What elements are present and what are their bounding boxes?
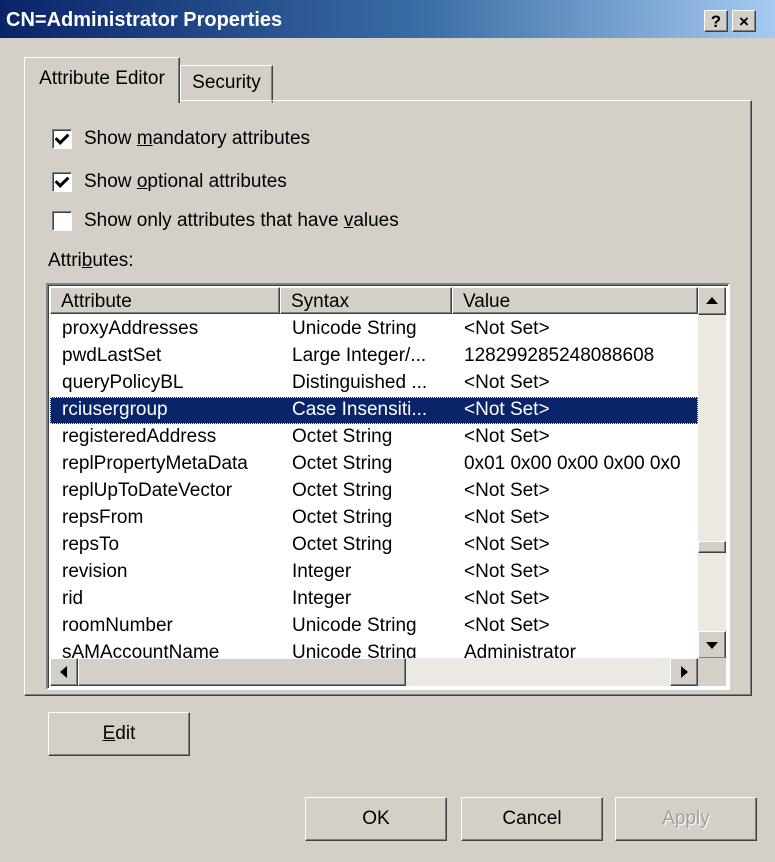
table-row[interactable]: pwdLastSet Large Integer/... 1282992852480… — [50, 343, 698, 370]
show-mandatory-label: Show mandatory attributes — [84, 128, 311, 149]
value-cell: <Not Set> — [464, 318, 550, 339]
column-header-attribute[interactable]: Attribute — [50, 287, 280, 314]
value-cell: 128299285248088608 — [464, 345, 655, 366]
syntax-cell: Octet String — [292, 534, 393, 555]
table-row[interactable]: rid Integer <Not Set> — [50, 586, 698, 613]
attribute-cell: revision — [62, 561, 128, 582]
syntax-cell: Octet String — [292, 480, 393, 501]
scroll-right-button[interactable] — [670, 658, 698, 686]
syntax-cell: Integer — [292, 588, 352, 609]
value-cell: <Not Set> — [464, 534, 550, 555]
attribute-cell: rid — [62, 588, 84, 609]
attribute-cell: repsFrom — [62, 507, 144, 528]
show-with-values-label: Show only attributes that have values — [84, 210, 399, 231]
attribute-cell: proxyAddresses — [62, 318, 199, 339]
syntax-cell: Unicode String — [292, 318, 417, 339]
scroll-left-button[interactable] — [50, 658, 78, 686]
table-row[interactable]: repsFrom Octet String <Not Set> — [50, 505, 698, 532]
value-cell: <Not Set> — [464, 615, 550, 636]
value-cell: 0x01 0x00 0x00 0x00 0x0 — [464, 453, 681, 474]
attributes-label: Attributes: — [48, 250, 134, 271]
title-bar: CN=Administrator Properties ? × — [0, 0, 775, 38]
show-optional-option[interactable]: Show optional attributes — [52, 169, 287, 195]
arrow-up-icon — [706, 297, 718, 304]
value-cell: <Not Set> — [464, 588, 550, 609]
table-row[interactable]: proxyAddresses Unicode String <Not Set> — [50, 316, 698, 343]
table-row[interactable]: repsTo Octet String <Not Set> — [50, 532, 698, 559]
syntax-cell: Integer — [292, 561, 352, 582]
value-cell: <Not Set> — [464, 399, 550, 420]
value-cell: <Not Set> — [464, 480, 550, 501]
attribute-cell: repsTo — [62, 534, 120, 555]
attribute-cell: rciusergroup — [62, 399, 168, 420]
horizontal-scroll-thumb[interactable] — [78, 658, 406, 686]
value-cell: <Not Set> — [464, 372, 550, 393]
arrow-down-icon — [706, 642, 718, 649]
table-row[interactable]: roomNumber Unicode String <Not Set> — [50, 613, 698, 640]
apply-button[interactable]: Apply — [615, 797, 757, 841]
syntax-cell: Large Integer/... — [292, 345, 427, 366]
attribute-cell: replUpToDateVector — [62, 480, 233, 501]
attribute-cell: queryPolicyBL — [62, 372, 184, 393]
window-title: CN=Administrator Properties — [6, 9, 283, 31]
show-with-values-checkbox[interactable] — [52, 211, 72, 231]
table-row-selected[interactable]: rciusergroup Case Insensiti... <Not Set> — [50, 397, 698, 424]
show-with-values-option[interactable]: Show only attributes that have values — [52, 208, 399, 234]
horizontal-scrollbar[interactable] — [50, 658, 698, 686]
edit-button[interactable]: Edit — [48, 712, 190, 756]
scroll-up-button[interactable] — [698, 287, 726, 315]
attribute-cell: roomNumber — [62, 615, 173, 636]
scroll-down-button[interactable] — [698, 631, 726, 659]
table-row[interactable]: revision Integer <Not Set> — [50, 559, 698, 586]
syntax-cell: Distinguished ... — [292, 372, 428, 393]
value-cell: <Not Set> — [464, 561, 550, 582]
arrow-left-icon — [60, 666, 67, 678]
value-cell: <Not Set> — [464, 507, 550, 528]
syntax-cell: Unicode String — [292, 615, 417, 636]
close-button[interactable]: × — [732, 10, 756, 32]
table-row[interactable]: queryPolicyBL Distinguished ... <Not Set> — [50, 370, 698, 397]
show-optional-label: Show optional attributes — [84, 171, 287, 192]
column-header-value[interactable]: Value — [452, 287, 698, 314]
table-row[interactable]: registeredAddress Octet String <Not Set> — [50, 424, 698, 451]
help-button[interactable]: ? — [704, 10, 728, 32]
attribute-cell: pwdLastSet — [62, 345, 162, 366]
attribute-cell: registeredAddress — [62, 426, 217, 447]
value-cell: <Not Set> — [464, 426, 550, 447]
attributes-list[interactable]: Attribute Syntax Value proxyAddresses Uni… — [46, 283, 730, 690]
table-row[interactable]: replUpToDateVector Octet String <Not Set> — [50, 478, 698, 505]
syntax-cell: Octet String — [292, 453, 393, 474]
syntax-cell: Octet String — [292, 507, 393, 528]
syntax-cell: Case Insensiti... — [292, 399, 428, 420]
syntax-cell: Octet String — [292, 426, 393, 447]
show-mandatory-checkbox[interactable] — [52, 129, 72, 149]
attribute-cell: replPropertyMetaData — [62, 453, 248, 474]
vertical-scrollbar[interactable] — [698, 287, 726, 659]
ok-button[interactable]: OK — [305, 797, 447, 841]
arrow-right-icon — [681, 666, 688, 678]
tab-attribute-editor[interactable]: Attribute Editor — [24, 57, 180, 103]
show-optional-checkbox[interactable] — [52, 172, 72, 192]
table-row[interactable]: replPropertyMetaData Octet String 0x01 0x0… — [50, 451, 698, 478]
tab-security[interactable]: Security — [180, 65, 273, 103]
vertical-scroll-thumb[interactable] — [698, 541, 726, 553]
column-header-syntax[interactable]: Syntax — [280, 287, 452, 314]
scrollbar-corner — [698, 658, 726, 686]
show-mandatory-option[interactable]: Show mandatory attributes — [52, 126, 310, 152]
cancel-button[interactable]: Cancel — [461, 797, 603, 841]
